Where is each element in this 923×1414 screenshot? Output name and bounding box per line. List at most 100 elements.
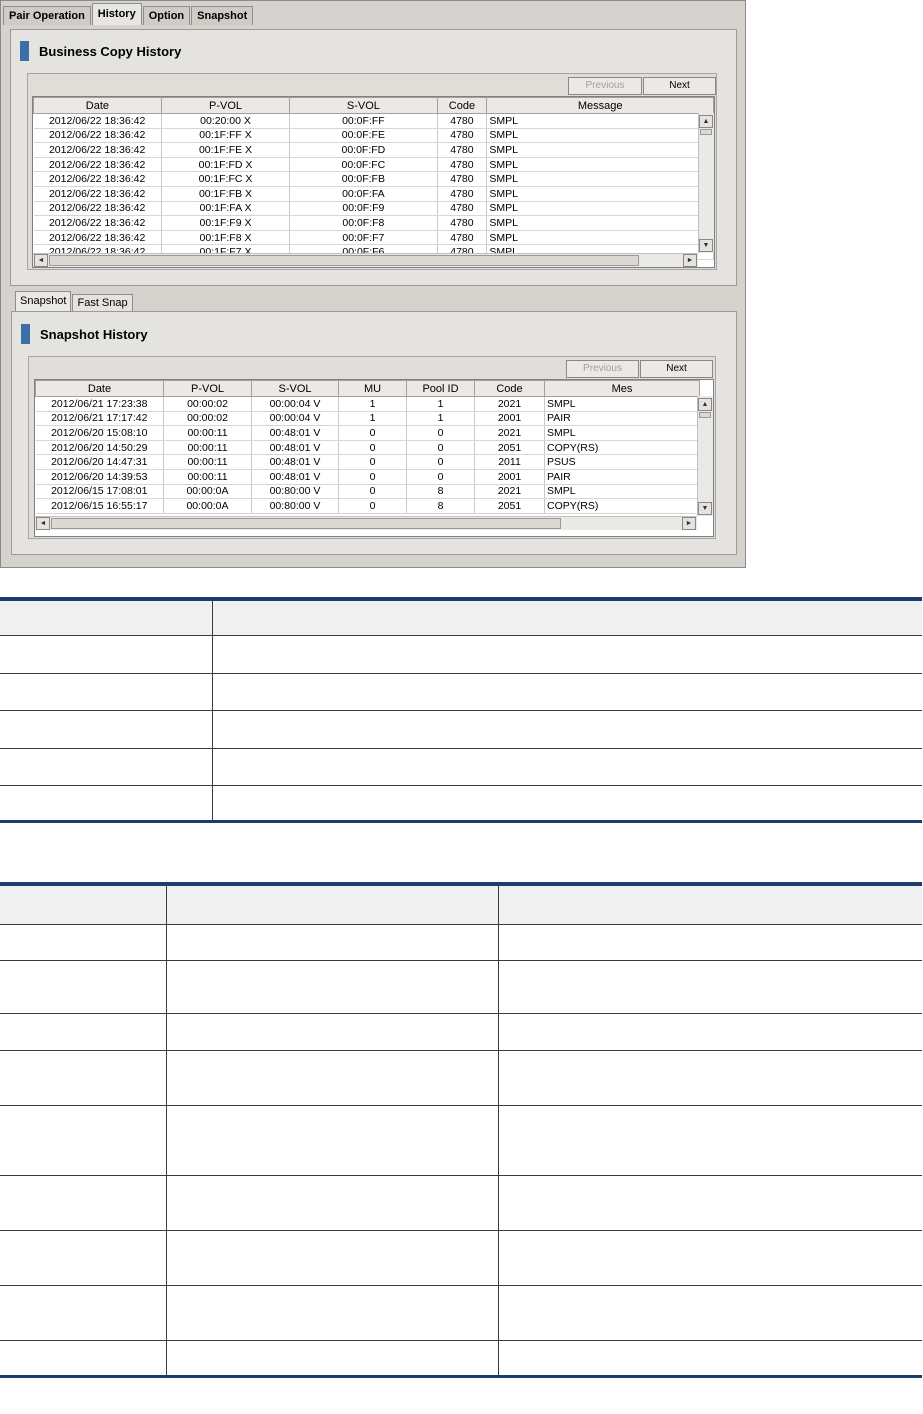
tab-fast-snap[interactable]: Fast Snap (72, 294, 133, 312)
table-cell: 00:0F:FE (289, 128, 438, 144)
table-cell: 00:20:00 X (161, 113, 291, 129)
tab-snapshot-history[interactable]: Snapshot (15, 291, 72, 312)
scroll-thumb[interactable] (699, 412, 711, 418)
table-cell (0, 785, 213, 822)
column-header[interactable]: P-VOL (160, 97, 291, 114)
table-cell: 0 (338, 440, 407, 456)
table-cell: 2012/06/15 16:55:17 (35, 498, 164, 514)
tab-history[interactable]: History (91, 3, 142, 25)
business-copy-next-button[interactable]: Next (643, 77, 716, 95)
table-row[interactable]: 2012/06/22 18:36:42 00:1F:FF X 00:0F:FE 478… (33, 128, 714, 144)
table-header-cell (166, 884, 499, 925)
business-copy-vertical-scrollbar[interactable]: ▲ ▼ (698, 113, 714, 253)
tab-snapshot[interactable]: Snapshot (191, 6, 254, 25)
table-row[interactable]: 2012/06/15 17:08:01 00:00:0A 00:80:00 V082… (35, 484, 700, 500)
scroll-down-icon[interactable]: ▼ (699, 239, 713, 252)
table-row[interactable]: 2012/06/20 14:39:53 00:00:11 00:48:01 V002… (35, 469, 700, 485)
column-header[interactable]: Code (436, 97, 488, 114)
table-cell: 00:00:02 (163, 411, 252, 427)
scroll-thumb[interactable] (700, 129, 712, 135)
scroll-right-icon[interactable]: ► (682, 517, 696, 530)
table-header-cell (0, 884, 167, 925)
column-header[interactable]: Date (35, 380, 164, 397)
snapshot-next-button[interactable]: Next (640, 360, 713, 378)
table-row[interactable]: 2012/06/22 18:36:42 00:1F:FE X 00:0F:FD 478… (33, 142, 714, 158)
table-row[interactable]: 2012/06/21 17:23:38 00:00:02 00:00:04 V112… (35, 396, 700, 412)
table-row[interactable]: 2012/06/22 18:36:42 00:1F:FC X 00:0F:FB 478… (33, 171, 714, 187)
table-cell: SMPL (486, 186, 714, 202)
tab-option[interactable]: Option (142, 6, 191, 25)
table-cell (166, 960, 499, 1014)
table-cell: 00:80:00 V (251, 484, 339, 500)
table-row[interactable]: 2012/06/22 18:36:42 00:1F:F8 X 00:0F:F7 478… (33, 230, 714, 246)
column-header[interactable]: S-VOL (289, 97, 438, 114)
scroll-down-icon[interactable]: ▼ (698, 502, 712, 515)
snapshot-previous-button[interactable]: Previous (566, 360, 639, 378)
table-row[interactable]: 2012/06/20 14:47:31 00:00:11 00:48:01 V002… (35, 454, 700, 470)
table-row[interactable]: 2012/06/21 17:17:42 00:00:02 00:00:04 V112… (35, 411, 700, 427)
snapshot-vertical-scrollbar[interactable]: ▲ ▼ (697, 396, 713, 516)
table-cell (166, 924, 499, 961)
business-copy-table-panel: Previous Next Date P-VOL S-VOL Code Message … (27, 73, 717, 270)
column-header[interactable]: Message (486, 97, 714, 114)
table-cell (498, 1285, 922, 1341)
table-row[interactable]: 2012/06/15 16:55:17 00:00:0A 00:80:00 V082… (35, 498, 700, 514)
table-cell: 4780 (437, 113, 488, 129)
table-cell: 2012/06/22 18:36:42 (33, 230, 162, 246)
column-header[interactable]: MU (338, 380, 407, 397)
table-cell: 2012/06/22 18:36:42 (33, 128, 162, 144)
table-cell (498, 1050, 922, 1106)
business-copy-previous-button[interactable]: Previous (568, 77, 642, 95)
table-row (0, 960, 922, 1014)
table-cell (0, 1285, 167, 1341)
table-cell: 00:00:0A (163, 498, 252, 514)
table-row[interactable]: 2012/06/22 18:36:42 00:1F:F9 X 00:0F:F8 478… (33, 215, 714, 231)
table-row[interactable]: 2012/06/22 18:36:42 00:1F:FB X 00:0F:FA 478… (33, 186, 714, 202)
table-row[interactable]: 2012/06/22 18:36:42 00:1F:FD X 00:0F:FC 478… (33, 157, 714, 173)
table-cell: 2012/06/22 18:36:42 (33, 186, 162, 202)
table-cell: 0 (406, 469, 475, 485)
table-cell: 1 (406, 411, 475, 427)
table-row (0, 1230, 922, 1286)
scroll-up-icon[interactable]: ▲ (699, 115, 713, 128)
table-cell: 4780 (437, 171, 488, 187)
table-cell: 00:00:04 V (251, 396, 339, 412)
table-row[interactable]: 2012/06/22 18:36:42 00:1F:FA X 00:0F:F9 478… (33, 201, 714, 217)
scroll-left-icon[interactable]: ◄ (34, 254, 48, 267)
table-cell: 2012/06/20 15:08:10 (35, 425, 164, 441)
table-cell: SMPL (486, 171, 714, 187)
table-cell: 00:48:01 V (251, 425, 339, 441)
sub-tab-bar: Snapshot Fast Snap (15, 291, 134, 312)
table-row (0, 1285, 922, 1341)
scroll-right-icon[interactable]: ► (683, 254, 697, 267)
column-header[interactable]: Pool ID (406, 380, 475, 397)
column-header[interactable]: Date (33, 97, 162, 114)
table-cell (166, 1105, 499, 1176)
scroll-thumb[interactable] (49, 255, 639, 266)
business-copy-horizontal-scrollbar[interactable]: ◄ ► (33, 253, 698, 267)
table-row[interactable]: 2012/06/20 15:08:10 00:00:11 00:48:01 V002… (35, 425, 700, 441)
table-cell (498, 1105, 922, 1176)
column-header[interactable]: S-VOL (251, 380, 339, 397)
table-cell: 2011 (474, 454, 545, 470)
table-cell: 2012/06/20 14:39:53 (35, 469, 164, 485)
table-row (0, 673, 922, 711)
scroll-up-icon[interactable]: ▲ (698, 398, 712, 411)
table-header-row (0, 884, 922, 925)
column-header[interactable]: Mes (544, 380, 700, 397)
table-cell: 2001 (474, 469, 545, 485)
scroll-left-icon[interactable]: ◄ (36, 517, 50, 530)
table-row[interactable]: 2012/06/20 14:50:29 00:00:11 00:48:01 V002… (35, 440, 700, 456)
scroll-thumb[interactable] (51, 518, 561, 529)
table-row[interactable]: 2012/06/22 18:36:42 00:20:00 X 00:0F:FF 478… (33, 113, 714, 129)
column-header[interactable]: P-VOL (163, 380, 252, 397)
table-cell: 00:1F:FD X (161, 157, 291, 173)
column-header[interactable]: Code (474, 380, 545, 397)
table-cell: SMPL (486, 128, 714, 144)
table-cell: 2012/06/20 14:50:29 (35, 440, 164, 456)
tab-pair-operation[interactable]: Pair Operation (3, 6, 91, 25)
table-cell: COPY(RS) (544, 498, 700, 514)
snapshot-horizontal-scrollbar[interactable]: ◄ ► (35, 516, 697, 530)
table-cell (0, 635, 213, 674)
table-cell (498, 1340, 922, 1377)
